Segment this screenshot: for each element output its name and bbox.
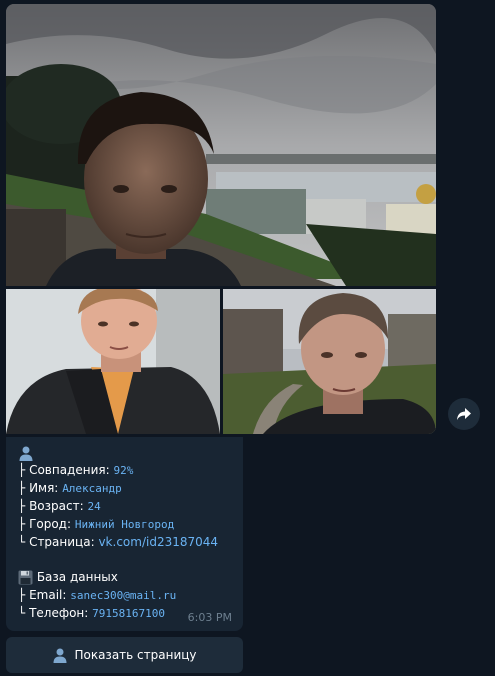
show-page-button[interactable]: Показать страницу	[6, 637, 243, 673]
age-value: 24	[87, 500, 101, 513]
email-row: ├ Email: sanec300@mail.ru	[18, 586, 231, 604]
page-label: Страница:	[29, 535, 95, 549]
page-row: └ Страница: vk.com/id23187044	[18, 533, 231, 551]
profile-link[interactable]: vk.com/id23187044	[98, 535, 218, 549]
age-row: ├ Возраст: 24	[18, 497, 231, 515]
city-row: ├ Город: Нижний Новгород	[18, 515, 231, 533]
floppy-disk-icon	[18, 570, 33, 585]
user-icon	[53, 648, 67, 663]
city-label: Город:	[29, 517, 72, 531]
photo-main-image	[6, 4, 436, 286]
tree-last: └	[18, 606, 26, 620]
name-label: Имя:	[29, 481, 59, 495]
email-value[interactable]: sanec300@mail.ru	[70, 589, 176, 602]
name-value: Александр	[62, 482, 122, 495]
photo-main[interactable]	[6, 4, 436, 286]
show-page-label: Показать страницу	[74, 648, 197, 662]
user-icon	[19, 446, 33, 461]
database-header: База данных	[18, 568, 231, 586]
phone-value[interactable]: 79158167100	[92, 607, 165, 620]
tree-branch: ├	[18, 499, 26, 513]
message-time: 6:03 PM	[187, 611, 232, 624]
tree-branch: ├	[18, 463, 26, 477]
photo-left-image	[6, 289, 220, 434]
tree-branch: ├	[18, 517, 26, 531]
match-label: Совпадения:	[29, 463, 110, 477]
phone-label: Телефон:	[29, 606, 89, 620]
photo-right[interactable]	[223, 289, 436, 434]
match-row: ├ Совпадения: 92%	[18, 461, 231, 479]
message-bubble: ├ Совпадения: 92% ├ Имя: Александр ├ Воз…	[6, 437, 243, 631]
tree-branch: ├	[18, 481, 26, 495]
photo-left[interactable]	[6, 289, 220, 434]
share-button[interactable]	[448, 398, 480, 430]
email-label: Email:	[29, 588, 67, 602]
database-title: База данных	[36, 570, 118, 584]
share-arrow-icon	[457, 408, 471, 420]
match-value: 92%	[113, 464, 134, 477]
photo-right-image	[223, 289, 436, 434]
name-row: ├ Имя: Александр	[18, 479, 231, 497]
tree-branch: ├	[18, 588, 26, 602]
result-header	[18, 443, 231, 461]
tree-last: └	[18, 535, 26, 549]
age-label: Возраст:	[29, 499, 84, 513]
city-value: Нижний Новгород	[74, 518, 175, 531]
